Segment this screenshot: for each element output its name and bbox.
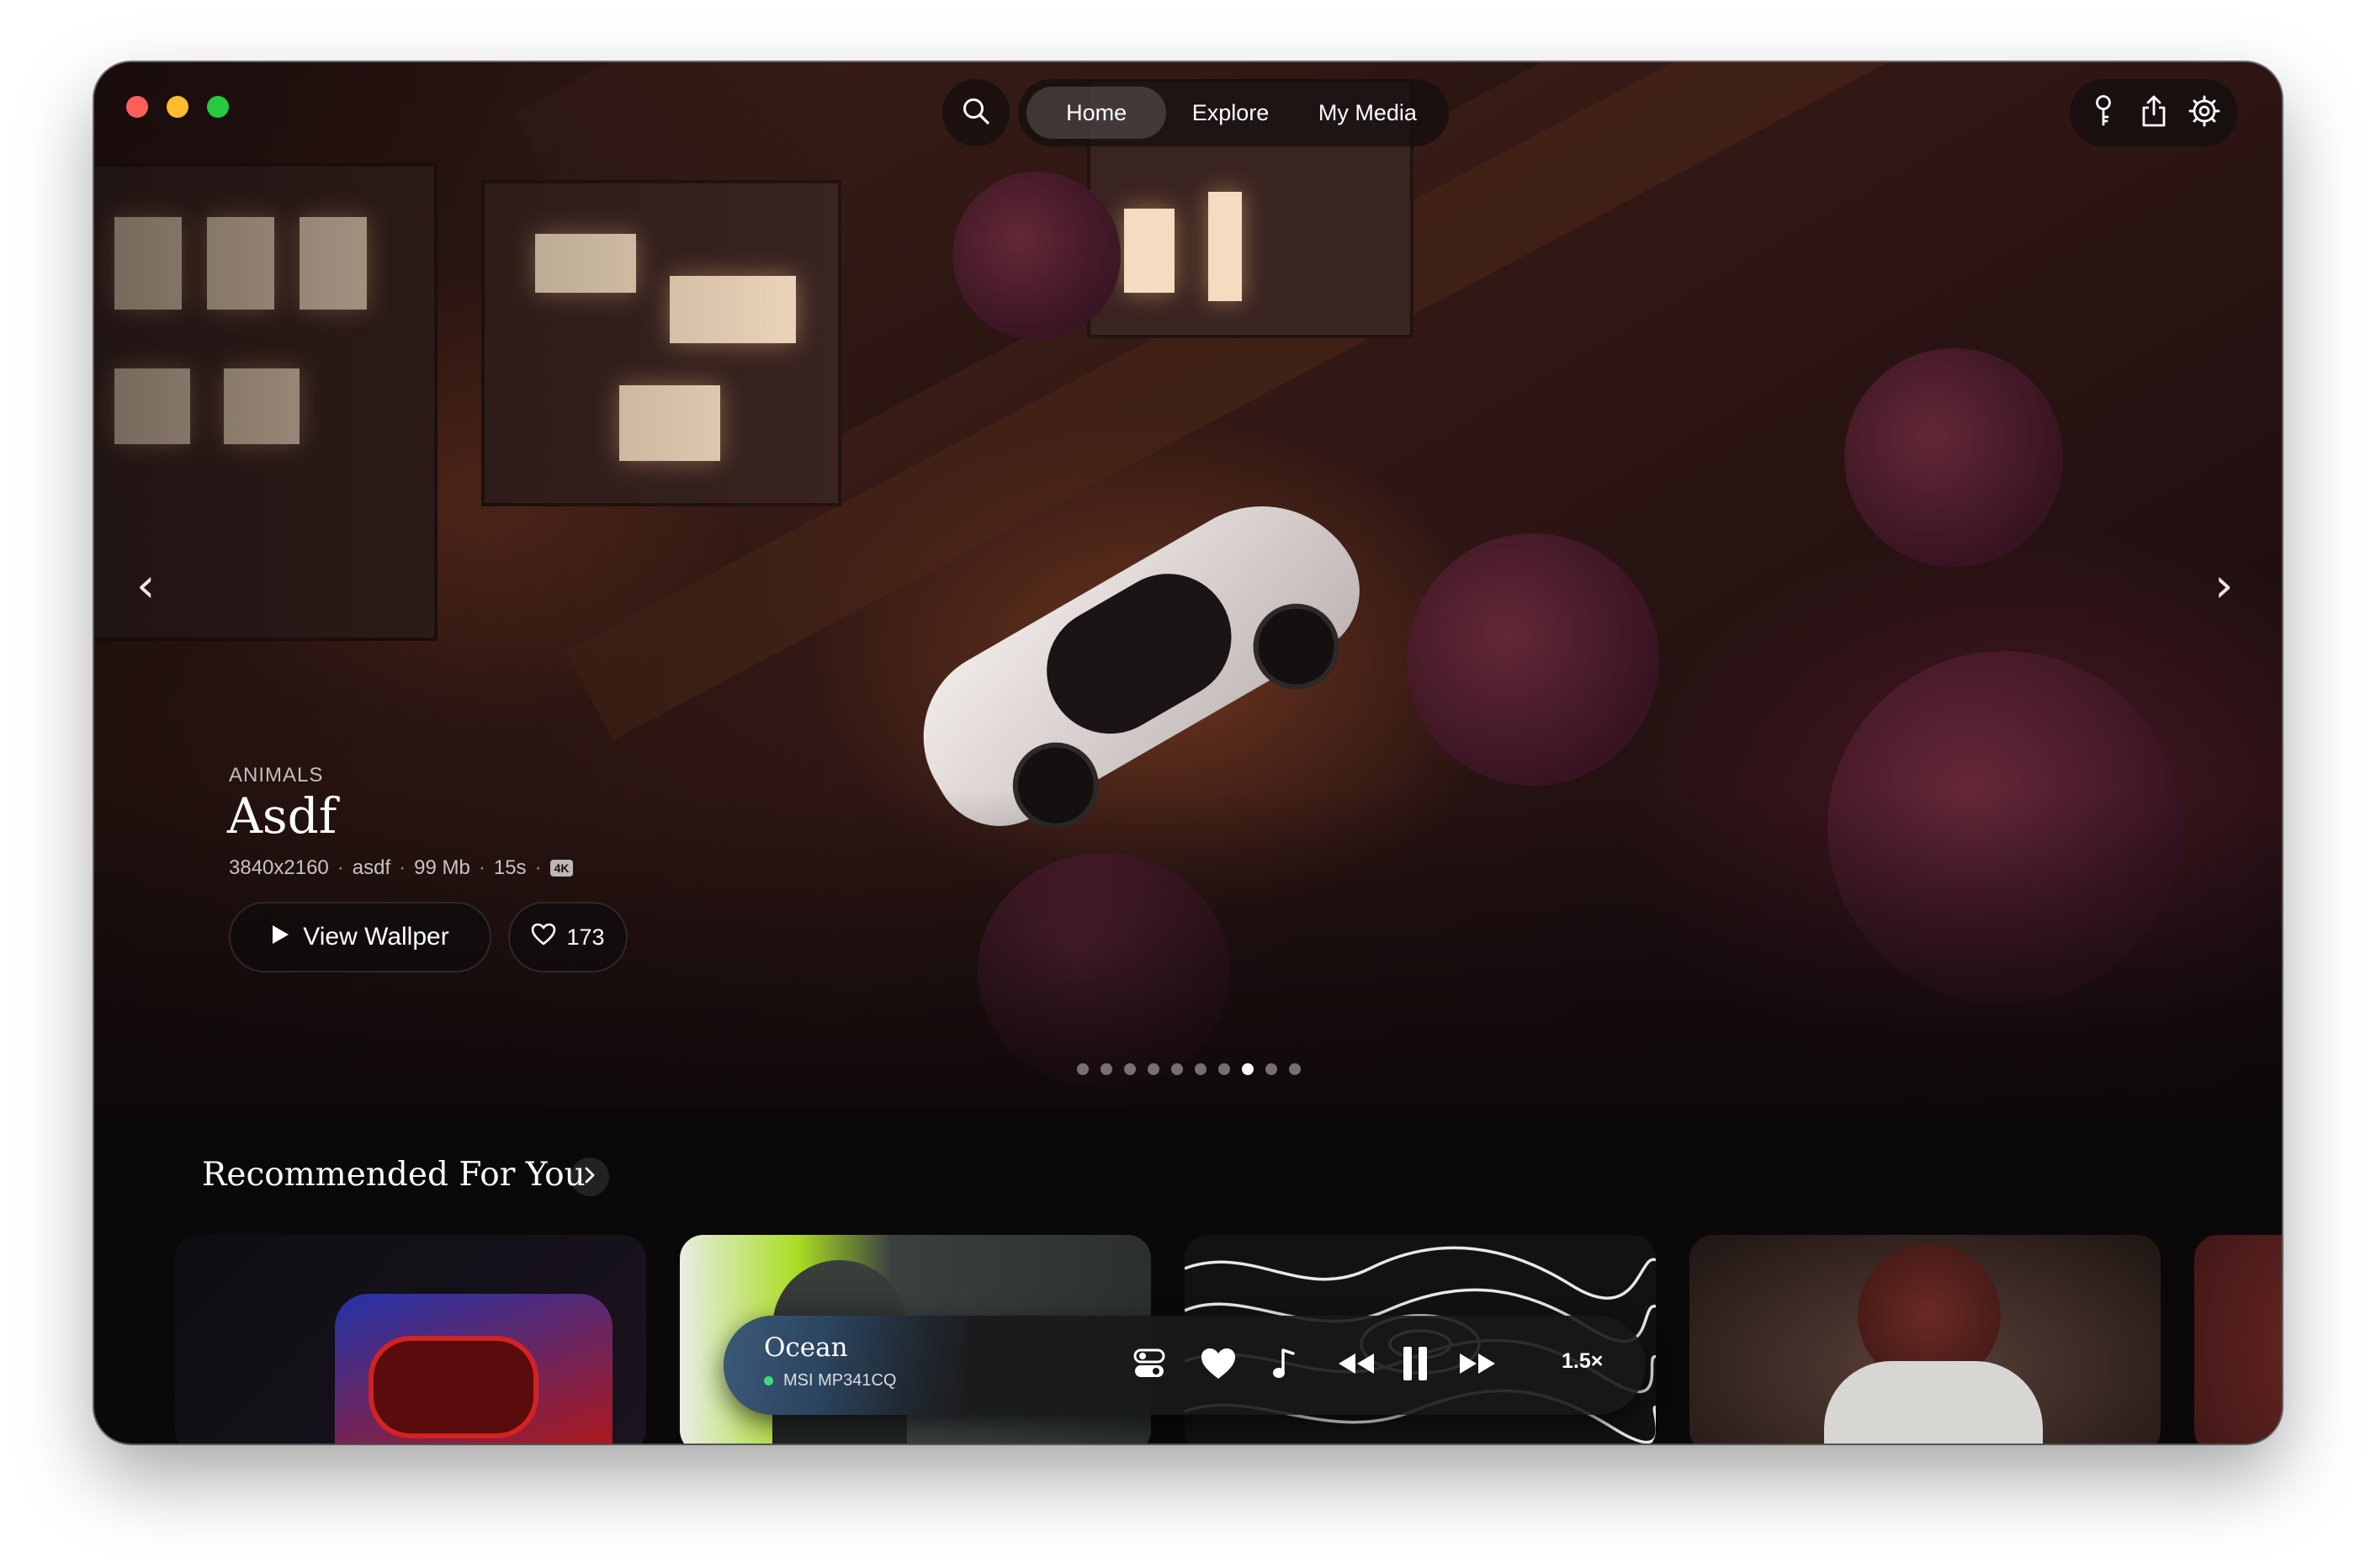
rewind-button[interactable] bbox=[1331, 1340, 1382, 1391]
window-controls bbox=[126, 96, 229, 118]
key-button[interactable] bbox=[2082, 91, 2125, 135]
carousel-dot[interactable] bbox=[1218, 1063, 1230, 1075]
music-note-icon bbox=[1271, 1347, 1297, 1385]
share-button[interactable] bbox=[2132, 91, 2176, 135]
hero-author: asdf bbox=[352, 856, 391, 879]
view-wallpaper-label: View Wallper bbox=[303, 923, 449, 951]
recommended-card[interactable] bbox=[175, 1235, 646, 1444]
media-player: Ocean MSI MP341CQ 1.5× bbox=[724, 1316, 1646, 1415]
hero-resolution: 3840x2160 bbox=[229, 856, 329, 879]
hero-tree bbox=[1844, 348, 2063, 567]
carousel-dot[interactable] bbox=[1100, 1063, 1112, 1075]
carousel-dot[interactable] bbox=[1171, 1063, 1183, 1075]
gear-icon bbox=[2188, 95, 2220, 131]
playback-speed-button[interactable]: 1.5× bbox=[1562, 1349, 1603, 1374]
tab-home[interactable]: Home bbox=[1026, 87, 1167, 139]
hero-size: 99 Mb bbox=[414, 856, 470, 879]
like-count: 173 bbox=[566, 924, 605, 950]
close-window-button[interactable] bbox=[126, 96, 148, 118]
display-name: MSI MP341CQ bbox=[783, 1371, 897, 1390]
chevron-right-icon bbox=[584, 1167, 596, 1188]
carousel-dot[interactable] bbox=[1148, 1063, 1159, 1075]
carousel-dot[interactable] bbox=[1265, 1063, 1277, 1075]
play-icon bbox=[271, 923, 289, 951]
zoom-window-button[interactable] bbox=[207, 96, 229, 118]
pause-icon bbox=[1401, 1345, 1429, 1386]
hero-tree bbox=[1407, 533, 1659, 786]
hero-meta: 3840x2160 · asdf · 99 Mb · 15s · 4K bbox=[229, 856, 574, 880]
fast-forward-icon bbox=[1458, 1351, 1497, 1380]
meta-separator: · bbox=[534, 856, 542, 879]
carousel-dot[interactable] bbox=[1289, 1063, 1301, 1075]
settings-button[interactable] bbox=[2182, 91, 2226, 135]
carousel-dot[interactable] bbox=[1195, 1063, 1207, 1075]
hero-banner: ‹ › ANIMALS Asdf 3840x2160 · asdf · 99 M… bbox=[94, 62, 2282, 1109]
carousel-dot[interactable] bbox=[1077, 1063, 1089, 1075]
carousel-next-button[interactable]: › bbox=[2214, 559, 2233, 613]
audio-button[interactable] bbox=[1259, 1340, 1309, 1391]
carousel-dot[interactable] bbox=[1242, 1063, 1254, 1075]
hero-category: ANIMALS bbox=[229, 764, 324, 787]
heart-outline-icon bbox=[531, 923, 556, 951]
view-wallpaper-button[interactable]: View Wallper bbox=[229, 902, 491, 972]
favorite-button[interactable] bbox=[1193, 1340, 1244, 1391]
hero-tree bbox=[952, 172, 1121, 340]
fast-forward-button[interactable] bbox=[1452, 1340, 1503, 1391]
meta-separator: · bbox=[337, 856, 344, 879]
meta-separator: · bbox=[478, 856, 485, 879]
recommended-card[interactable] bbox=[2194, 1235, 2282, 1444]
search-button[interactable] bbox=[942, 79, 1010, 146]
status-indicator bbox=[764, 1376, 773, 1385]
player-display: MSI MP341CQ bbox=[764, 1371, 896, 1391]
carousel-dot[interactable] bbox=[1124, 1063, 1136, 1075]
hero-duration: 15s bbox=[493, 856, 527, 879]
share-icon bbox=[2140, 94, 2167, 132]
tab-explore[interactable]: Explore bbox=[1166, 87, 1295, 139]
search-icon bbox=[962, 97, 990, 130]
hero-title: Asdf bbox=[227, 787, 337, 845]
pause-button[interactable] bbox=[1390, 1340, 1440, 1391]
minimize-window-button[interactable] bbox=[167, 96, 188, 118]
heart-icon bbox=[1200, 1347, 1237, 1385]
rewind-icon bbox=[1337, 1351, 1376, 1380]
app-window: ‹ › ANIMALS Asdf 3840x2160 · asdf · 99 M… bbox=[94, 62, 2282, 1444]
quality-badge: 4K bbox=[549, 860, 574, 877]
player-wallpaper-name: Ocean bbox=[764, 1332, 848, 1363]
carousel-dots bbox=[1077, 1063, 1301, 1075]
tab-my-media[interactable]: My Media bbox=[1295, 87, 1440, 139]
toggle-button[interactable] bbox=[1124, 1340, 1175, 1391]
recommended-card[interactable] bbox=[1689, 1235, 2161, 1444]
carousel-prev-button[interactable]: ‹ bbox=[136, 559, 155, 613]
section-title: Recommended For You bbox=[202, 1156, 586, 1194]
see-all-button[interactable] bbox=[570, 1157, 609, 1196]
player-artwork bbox=[724, 1316, 968, 1415]
meta-separator: · bbox=[399, 856, 406, 879]
toolbar-actions bbox=[2070, 79, 2238, 146]
like-button[interactable]: 173 bbox=[508, 902, 628, 972]
main-nav: Home Explore My Media bbox=[1018, 79, 1449, 146]
toggle-icon bbox=[1132, 1347, 1166, 1385]
key-icon bbox=[2092, 94, 2114, 132]
